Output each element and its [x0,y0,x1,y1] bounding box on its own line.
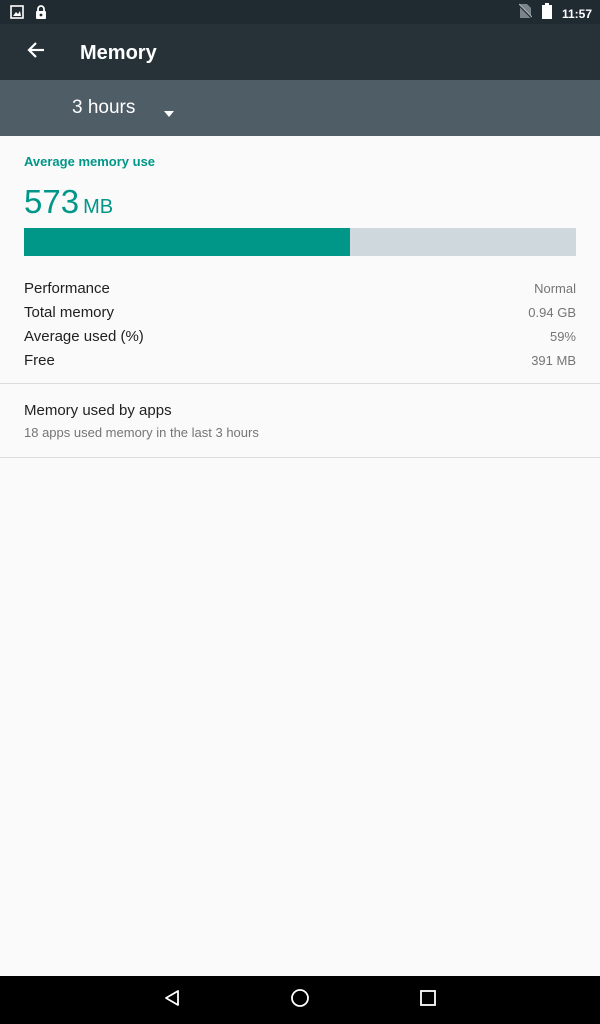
divider [0,457,600,458]
nav-home-button[interactable] [276,980,324,1020]
status-time: 11:57 [561,6,592,21]
section-header: Average memory use [24,154,156,169]
lock-icon [34,4,48,25]
battery-icon [541,3,552,24]
memory-stats: Performance Normal Total memory 0.94 GB … [24,276,576,372]
status-bar: 11:57 [0,0,600,24]
memory-used-by-apps-item[interactable]: Memory used by apps 18 apps used memory … [0,384,600,457]
apps-item-title: Memory used by apps [24,402,172,419]
memory-usage-bar [24,228,576,256]
stat-row-performance: Performance Normal [24,276,576,300]
back-button[interactable] [16,32,56,72]
stat-value: Normal [534,280,576,296]
page-title: Memory [80,42,157,64]
period-dropdown[interactable]: 3 hours [60,88,190,128]
triangle-back-icon [163,989,181,1012]
stat-value: 59% [549,328,576,344]
stat-value: 391 MB [531,352,576,368]
circle-home-icon [290,988,310,1013]
period-dropdown-label: 3 hours [72,97,136,118]
stat-label: Free [24,351,55,369]
stat-row-free: Free 391 MB [24,348,576,372]
navigation-bar [0,976,600,1024]
filter-bar: 3 hours [0,80,600,136]
memory-usage-bar-fill [24,228,350,256]
average-memory-number: 573 [24,183,80,220]
apps-item-subtitle: 18 apps used memory in the last 3 hours [24,425,259,440]
average-memory-unit: MB [83,196,114,218]
square-recents-icon [419,989,437,1012]
stat-label: Average used (%) [24,327,144,345]
stat-label: Performance [24,279,110,297]
average-memory-value: 573 MB [24,182,113,222]
stat-row-average-used: Average used (%) 59% [24,324,576,348]
image-notification-icon [10,5,24,24]
no-sim-icon [518,3,533,24]
nav-back-button[interactable] [148,980,196,1020]
stat-value: 0.94 GB [528,304,576,320]
status-left-icons [10,4,48,25]
status-right-icons: 11:57 [518,3,592,24]
stat-label: Total memory [24,303,115,321]
nav-recents-button[interactable] [404,980,452,1020]
dropdown-arrow-icon [164,104,174,122]
stat-row-total-memory: Total memory 0.94 GB [24,300,576,324]
arrow-back-icon [26,40,46,65]
app-bar: Memory [0,24,600,80]
